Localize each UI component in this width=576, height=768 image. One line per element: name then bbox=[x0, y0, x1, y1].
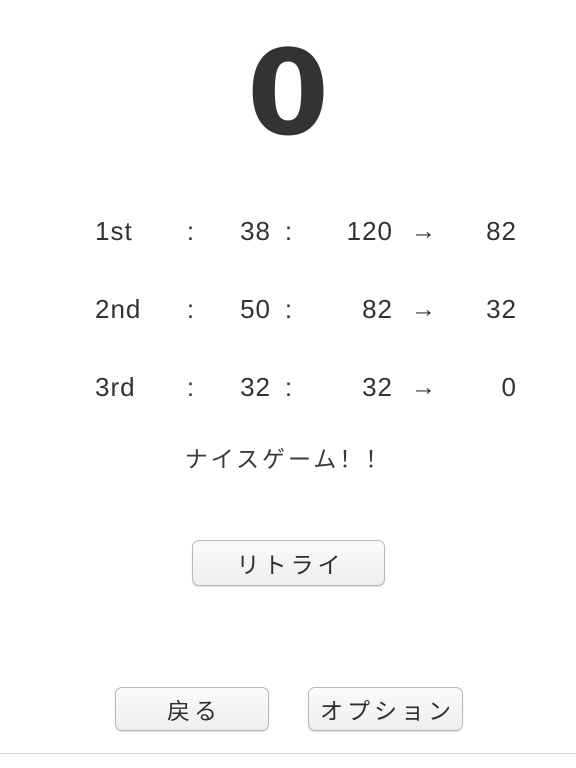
round-separator-2: : bbox=[284, 371, 294, 402]
round-score-after: 32 bbox=[486, 293, 517, 324]
table-row: 2nd : 50 : 82 → 32 bbox=[0, 270, 576, 348]
final-score-display: 0 bbox=[246, 24, 330, 162]
arrow-right-icon: → bbox=[411, 294, 437, 323]
retry-button[interactable]: リトライ bbox=[192, 540, 385, 586]
round-label: 2nd bbox=[95, 293, 142, 324]
round-throw-value: 32 bbox=[240, 371, 271, 402]
round-separator-2: : bbox=[284, 293, 294, 324]
result-message: ナイスゲーム！！ bbox=[184, 446, 392, 472]
arrow-right-icon: → bbox=[411, 216, 437, 245]
table-row: 3rd : 32 : 32 → 0 bbox=[0, 348, 576, 426]
game-result-screen: 0 1st : 38 : 120 → 82 2nd : 50 : 82 → 32… bbox=[0, 0, 576, 768]
back-button[interactable]: 戻る bbox=[115, 687, 269, 731]
round-score-after: 82 bbox=[486, 215, 517, 246]
round-separator-1: : bbox=[186, 371, 196, 402]
round-label: 3rd bbox=[95, 371, 136, 402]
round-separator-1: : bbox=[186, 215, 196, 246]
round-score-before: 82 bbox=[362, 293, 393, 324]
round-score-before: 120 bbox=[346, 215, 393, 246]
options-button[interactable]: オプション bbox=[308, 687, 463, 731]
round-separator-1: : bbox=[186, 293, 196, 324]
round-score-before: 32 bbox=[362, 371, 393, 402]
round-label: 1st bbox=[95, 215, 133, 246]
round-throw-value: 38 bbox=[240, 215, 271, 246]
round-throw-value: 50 bbox=[240, 293, 271, 324]
arrow-right-icon: → bbox=[411, 372, 437, 401]
bottom-divider bbox=[0, 753, 576, 754]
round-score-after: 0 bbox=[501, 371, 517, 402]
round-results-list: 1st : 38 : 120 → 82 2nd : 50 : 82 → 32 3… bbox=[0, 192, 576, 426]
table-row: 1st : 38 : 120 → 82 bbox=[0, 192, 576, 270]
round-separator-2: : bbox=[284, 215, 294, 246]
